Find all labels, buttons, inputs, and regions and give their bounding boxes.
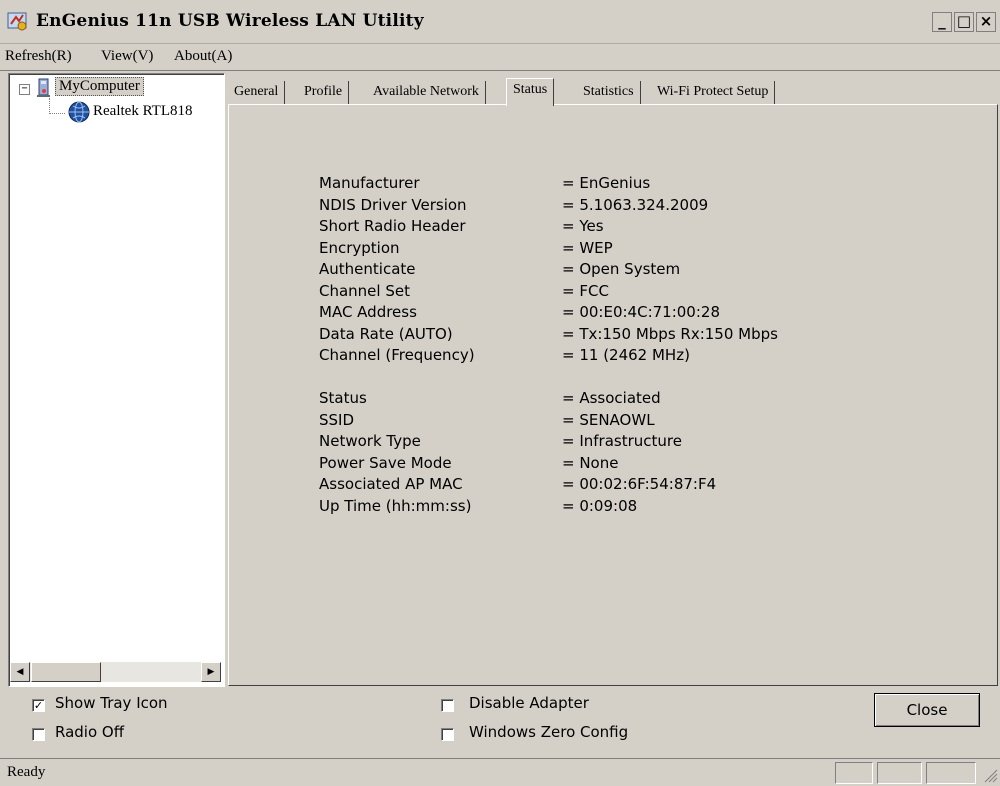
tab-available-network[interactable]: Available Network [367, 81, 486, 104]
disable-adapter-label: Disable Adapter [469, 694, 589, 712]
device-tree[interactable]: − MyComputer Realtek RTL818 ◀ ▶ [8, 73, 225, 687]
info-label-mac-address: MAC Address [319, 303, 417, 321]
tab-status[interactable]: Status [506, 78, 555, 106]
info-value-manufacturer: = EnGenius [562, 174, 651, 192]
info-label-authenticate: Authenticate [319, 260, 416, 278]
menu-about[interactable]: About(A) [174, 48, 232, 65]
status-pane [835, 762, 873, 784]
show-tray-icon-checkbox[interactable]: ✓ [32, 699, 45, 712]
info-label-associated-ap-mac: Associated AP MAC [319, 475, 463, 493]
info-value-network-type: = Infrastructure [562, 432, 682, 450]
windows-zero-config-checkbox[interactable] [441, 728, 454, 741]
close-button[interactable]: Close [874, 693, 980, 727]
tab-general[interactable]: General [228, 81, 286, 104]
info-value-encryption: = WEP [562, 239, 613, 257]
info-value-channel-set: = FCC [562, 282, 609, 300]
info-label-channel-frequency: Channel (Frequency) [319, 346, 475, 364]
app-icon [7, 12, 27, 31]
info-value-associated-ap-mac: = 00:02:6F:54:87:F4 [562, 475, 717, 493]
scroll-right-icon[interactable]: ▶ [201, 662, 221, 682]
info-value-ndis-version: = 5.1063.324.2009 [562, 196, 709, 214]
menu-view[interactable]: View(V) [101, 48, 153, 65]
info-value-power-save-mode: = None [562, 454, 619, 472]
window-title: EnGenius 11n USB Wireless LAN Utility [36, 11, 424, 31]
info-value-short-radio-header: = Yes [562, 217, 604, 235]
info-label-power-save-mode: Power Save Mode [319, 454, 452, 472]
tree-connector [49, 98, 51, 114]
tree-horizontal-scrollbar[interactable]: ◀ ▶ [10, 662, 221, 682]
tree-connector [49, 113, 65, 115]
disable-adapter-checkbox[interactable] [441, 699, 454, 712]
tab-profile[interactable]: Profile [298, 81, 350, 104]
info-value-ssid: = SENAOWL [562, 411, 655, 429]
title-bar[interactable]: EnGenius 11n USB Wireless LAN Utility _ … [0, 0, 1000, 44]
info-label-network-type: Network Type [319, 432, 421, 450]
info-value-authenticate: = Open System [562, 260, 681, 278]
resize-grip-icon[interactable] [982, 767, 998, 783]
info-label-data-rate: Data Rate (AUTO) [319, 325, 453, 343]
radio-off-checkbox[interactable] [32, 728, 45, 741]
radio-off-label: Radio Off [55, 723, 125, 741]
info-label-up-time: Up Time (hh:mm:ss) [319, 497, 472, 515]
minimize-button[interactable]: _ [932, 12, 952, 32]
info-label-encryption: Encryption [319, 239, 400, 257]
menu-refresh[interactable]: Refresh(R) [5, 48, 72, 65]
scrollbar-thumb[interactable] [31, 662, 101, 682]
info-value-status: = Associated [562, 389, 661, 407]
status-pane [877, 762, 922, 784]
tree-item-adapter[interactable]: Realtek RTL818 [93, 103, 193, 120]
info-value-mac-address: = 00:E0:4C:71:00:28 [562, 303, 720, 321]
maximize-button[interactable]: □ [954, 12, 974, 32]
status-pane [926, 762, 976, 784]
menu-bar: Refresh(R) View(V) About(A) [0, 44, 1000, 71]
status-text: Ready [7, 764, 46, 780]
info-label-short-radio-header: Short Radio Header [319, 217, 466, 235]
wireless-adapter-icon [68, 101, 90, 123]
computer-icon [37, 78, 50, 97]
tab-wifi-protect-setup[interactable]: Wi-Fi Protect Setup [651, 81, 776, 104]
info-label-ssid: SSID [319, 411, 355, 429]
info-label-manufacturer: Manufacturer [319, 174, 420, 192]
info-label-ndis-version: NDIS Driver Version [319, 196, 467, 214]
info-value-data-rate: = Tx:150 Mbps Rx:150 Mbps [562, 325, 778, 343]
collapse-icon[interactable]: − [19, 84, 30, 95]
info-label-status: Status [319, 389, 367, 407]
info-label-channel-set: Channel Set [319, 282, 410, 300]
info-value-channel-frequency: = 11 (2462 MHz) [562, 346, 690, 364]
scroll-left-icon[interactable]: ◀ [10, 662, 30, 682]
status-bar: Ready [0, 758, 1000, 786]
windows-zero-config-label: Windows Zero Config [469, 723, 629, 741]
tree-item-mycomputer[interactable]: MyComputer [55, 77, 144, 96]
close-window-button[interactable]: × [976, 12, 996, 32]
tab-statistics[interactable]: Statistics [577, 81, 641, 104]
show-tray-icon-label: Show Tray Icon [55, 694, 168, 712]
info-value-up-time: = 0:09:08 [562, 497, 638, 515]
